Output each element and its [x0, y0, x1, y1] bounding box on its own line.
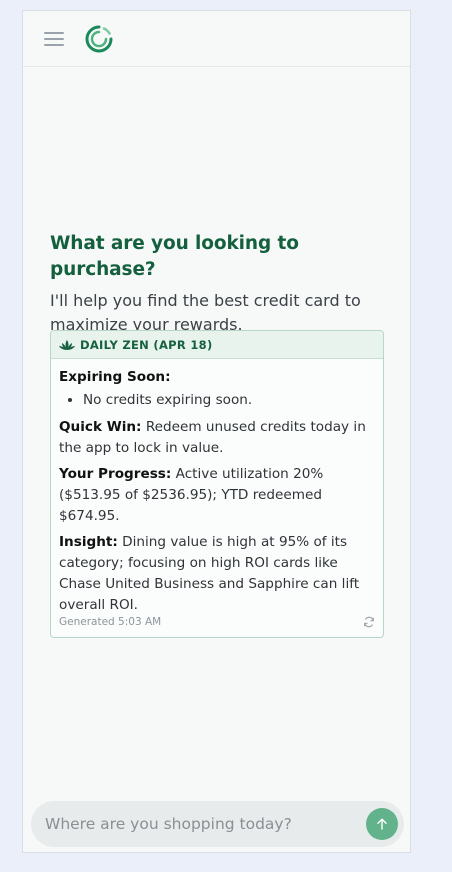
card-body: Expiring Soon: No credits expiring soon.… [51, 359, 383, 616]
generated-timestamp: Generated 5:03 AM [59, 616, 162, 628]
progress-label: Your Progress: [59, 466, 172, 482]
expiring-list: No credits expiring soon. [59, 390, 375, 411]
expiring-label: Expiring Soon: [59, 369, 171, 385]
card-footer: Generated 5:03 AM [59, 615, 375, 629]
card-heading: DAILY ZEN (APR 18) [80, 337, 213, 352]
top-bar [23, 11, 410, 67]
send-button[interactable] [366, 808, 398, 840]
insight-label: Insight: [59, 534, 118, 550]
card-header: DAILY ZEN (APR 18) [51, 331, 383, 359]
refresh-icon[interactable] [363, 616, 375, 628]
hero: What are you looking to purchase? I'll h… [50, 231, 390, 337]
daily-zen-card: DAILY ZEN (APR 18) Expiring Soon: No cre… [50, 330, 384, 638]
progress: Your Progress: Active utilization 20% ($… [59, 464, 375, 527]
quick-win-label: Quick Win: [59, 419, 142, 435]
arrow-up-icon [377, 818, 387, 830]
hamburger-menu-icon[interactable] [42, 29, 66, 49]
lotus-icon [59, 339, 75, 350]
composer-bar [31, 801, 404, 847]
page-title: What are you looking to purchase? [50, 233, 299, 280]
insight: Insight: Dining value is high at 95% of … [59, 532, 375, 616]
app-window: What are you looking to purchase? I'll h… [22, 10, 411, 853]
search-input[interactable] [45, 801, 355, 847]
list-item: No credits expiring soon. [83, 390, 375, 411]
quick-win: Quick Win: Redeem unused credits today i… [59, 417, 375, 459]
logo-icon[interactable] [84, 24, 114, 54]
